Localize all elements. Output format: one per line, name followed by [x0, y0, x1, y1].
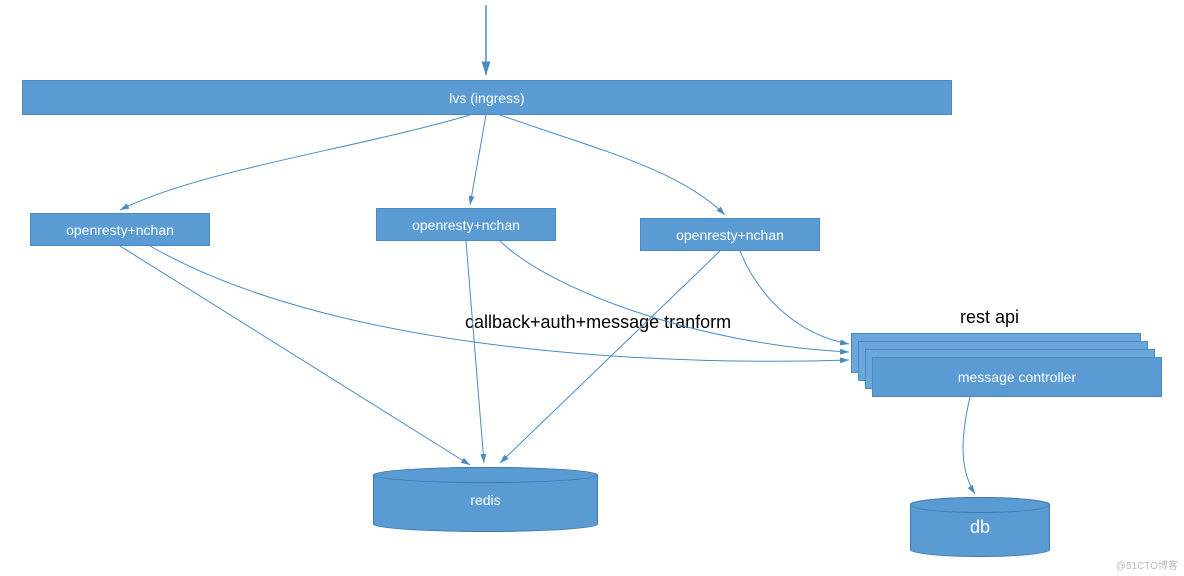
redis-cylinder: redis	[373, 467, 598, 532]
openresty-label-3: openresty+nchan	[676, 227, 784, 243]
db-cylinder: db	[910, 497, 1050, 557]
redis-label: redis	[470, 492, 500, 508]
openresty-box-1: openresty+nchan	[30, 213, 210, 246]
watermark: @51CTO博客	[1116, 557, 1178, 572]
openresty-label-2: openresty+nchan	[412, 217, 520, 233]
db-label: db	[970, 517, 990, 538]
restapi-label: rest api	[960, 307, 1019, 328]
lvs-ingress-box: lvs (ingress)	[22, 80, 952, 115]
lvs-label: lvs (ingress)	[449, 90, 524, 106]
callback-label: callback+auth+message tranform	[465, 312, 731, 333]
msg-controller-box: message controller	[872, 357, 1162, 397]
openresty-label-1: openresty+nchan	[66, 222, 174, 238]
msg-controller-label: message controller	[958, 369, 1076, 385]
openresty-box-3: openresty+nchan	[640, 218, 820, 251]
openresty-box-2: openresty+nchan	[376, 208, 556, 241]
